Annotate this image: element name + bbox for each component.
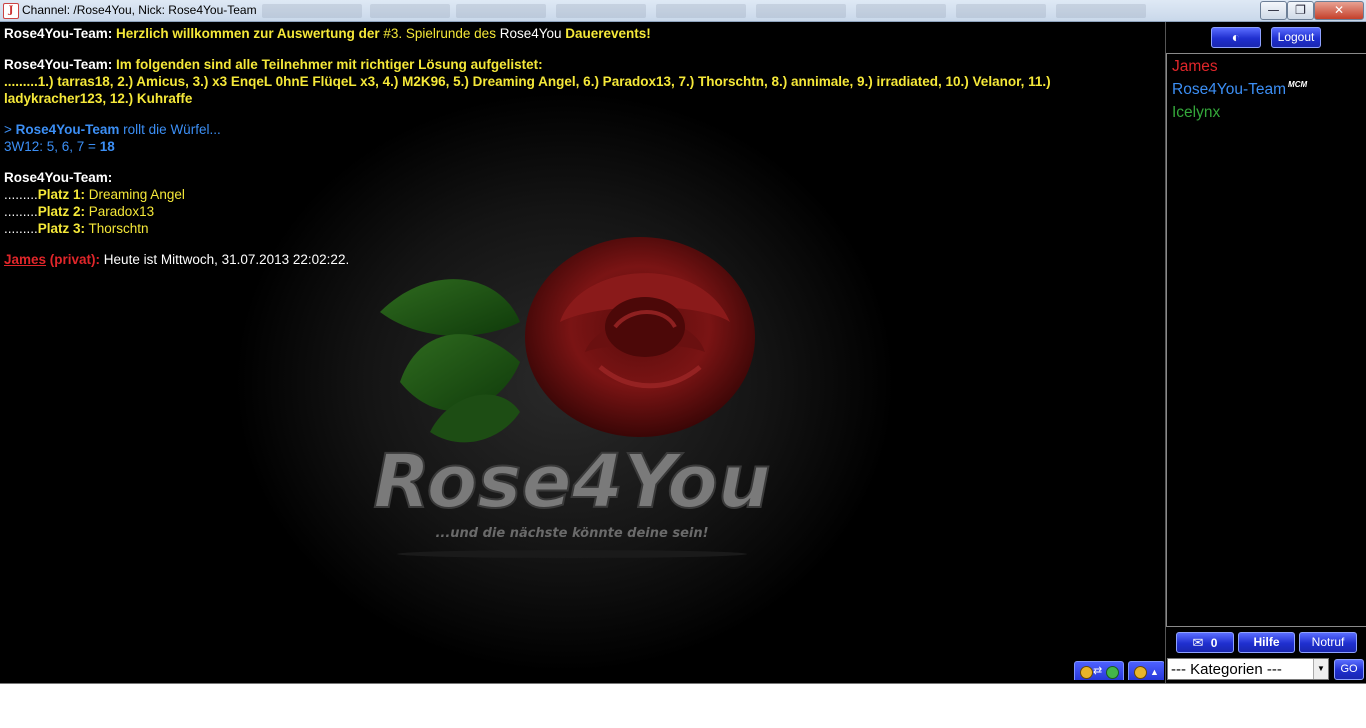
taskbar-ghost-tab (856, 4, 946, 18)
user-list-item[interactable]: Icelynx (1172, 104, 1220, 122)
taskbar-ghost-tab (956, 4, 1046, 18)
user-list-item[interactable]: James (1172, 58, 1218, 76)
mail-button[interactable]: ✉ 0 (1176, 632, 1234, 653)
place-name: Thorschtn (85, 221, 149, 236)
message-text: Dauerevents! (561, 26, 651, 41)
logout-button[interactable]: Logout (1271, 27, 1321, 48)
minimize-button[interactable]: — (1260, 1, 1287, 20)
swap-arrows-icon: ⇄ (1093, 665, 1103, 677)
chat-message: Rose4You-Team: Herzlich willkommen zur A… (4, 25, 1154, 42)
triangle-up-icon: ▲ (1150, 667, 1159, 677)
private-tag: (privat): (46, 252, 101, 267)
chat-message: Rose4You-Team: .........Platz 1: Dreamin… (4, 169, 1154, 237)
logo-tagline: ...und die nächste könnte deine sein! (435, 526, 708, 541)
user-name: Rose4You-Team (1172, 81, 1287, 98)
action-text: rollt die Würfel... (119, 122, 221, 137)
place-label: Platz 2: (37, 204, 86, 219)
taskbar-ghost-tab (756, 4, 846, 18)
place-name: Dreaming Angel (85, 187, 185, 202)
close-button[interactable]: ✕ (1314, 1, 1364, 20)
smiley-icon (1134, 666, 1147, 679)
taskbar-ghost-tab (1056, 4, 1146, 18)
category-select-value: --- Kategorien --- (1171, 661, 1282, 678)
dice-roll-total: 18 (99, 139, 115, 154)
window-title: Channel: /Rose4You, Nick: Rose4You-Team (22, 3, 257, 17)
smiley-picker-button[interactable]: ▲ (1128, 661, 1164, 680)
taskbar-ghost-tab (556, 4, 646, 18)
message-sender: Rose4You-Team: (4, 26, 113, 41)
taskbar-ghost-tab (370, 4, 450, 18)
taskbar-ghost-tab (262, 4, 362, 18)
place-label: Platz 1: (37, 187, 86, 202)
chat-area: Rose4You ...und die nächste könnte deine… (0, 22, 1164, 680)
dice-roll-message: > Rose4You-Team rollt die Würfel... 3W12… (4, 121, 1154, 155)
taskbar-ghost-tab (656, 4, 746, 18)
user-badge: MCM (1288, 80, 1308, 89)
envelope-icon: ✉ (1192, 635, 1204, 650)
right-panel: ◐ Logout James Rose4You-Team MCM Icelynx … (1165, 22, 1366, 728)
dots: ......... (4, 204, 38, 219)
private-sender-link[interactable]: James (4, 252, 46, 267)
dropdown-arrow-icon: ▼ (1313, 659, 1328, 679)
green-smiley-icon (1106, 666, 1119, 679)
action-prefix: > (4, 122, 16, 137)
dots: ......... (4, 221, 38, 236)
category-select[interactable]: --- Kategorien --- ▼ (1167, 658, 1329, 680)
message-text: ladykracher123, 12.) Kuhraffe (4, 91, 193, 106)
message-text: Rose4You (499, 26, 562, 41)
message-text: Heute ist Mittwoch, 31.07.2013 22:02:22. (100, 252, 350, 267)
smiley-swap-button[interactable]: ⇄ (1074, 661, 1124, 680)
place-label: Platz 3: (37, 221, 86, 236)
taskbar-ghost-tab (456, 4, 546, 18)
message-text: Herzlich willkommen zur Auswertung der (116, 26, 384, 41)
smiley-icon (1080, 666, 1093, 679)
action-actor: Rose4You-Team (15, 122, 120, 137)
message-text: #3. Spielrunde des (383, 26, 500, 41)
chat-input[interactable] (0, 683, 1366, 728)
user-list: James Rose4You-Team MCM Icelynx (1166, 53, 1366, 627)
emergency-button[interactable]: Notruf (1299, 632, 1357, 653)
speaker-icon: ◐ (1231, 29, 1241, 45)
message-sender: Rose4You-Team: (4, 57, 113, 72)
maximize-button[interactable]: ❐ (1287, 1, 1314, 20)
window-titlebar: J Channel: /Rose4You, Nick: Rose4You-Tea… (0, 0, 1366, 22)
logo-text: Rose4You (373, 439, 770, 525)
user-name: Icelynx (1172, 104, 1221, 121)
private-message: James (privat): Heute ist Mittwoch, 31.0… (4, 251, 1154, 268)
go-button[interactable]: GO (1334, 659, 1364, 680)
user-list-item[interactable]: Rose4You-Team MCM (1172, 80, 1308, 99)
place-name: Paradox13 (85, 204, 155, 219)
user-name: James (1172, 58, 1218, 75)
chat-message: Rose4You-Team: Im folgenden sind alle Te… (4, 56, 1154, 107)
settings-toggle-button[interactable]: ◐ (1211, 27, 1261, 48)
dots: ......... (4, 187, 38, 202)
dice-roll-text: 3W12: 5, 6, 7 = (4, 139, 100, 154)
message-text: Im folgenden sind alle Teilnehmer mit ri… (116, 57, 543, 72)
mail-count: 0 (1210, 636, 1218, 650)
message-sender: Rose4You-Team: (4, 170, 113, 185)
java-app-icon: J (3, 3, 19, 19)
message-list: Rose4You-Team: Herzlich willkommen zur A… (4, 25, 1154, 282)
help-button[interactable]: Hilfe (1238, 632, 1295, 653)
message-text: .........1.) tarras18, 2.) Amicus, 3.) x… (4, 74, 1051, 89)
